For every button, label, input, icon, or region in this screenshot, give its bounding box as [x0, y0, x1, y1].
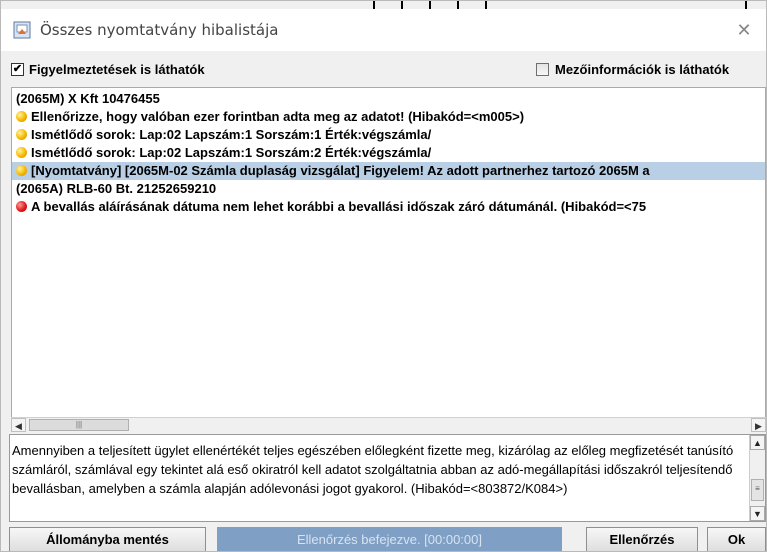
warnings-visible-checkbox[interactable]: ✔: [11, 63, 24, 76]
field-info-visible-checkbox[interactable]: [536, 63, 549, 76]
vertical-scrollbar[interactable]: ▲ ≡ ▼: [749, 435, 765, 521]
error-list-window: Összes nyomtatvány hibalistája ✕ ✔ Figye…: [0, 0, 767, 552]
footer-bar: Állományba mentés Ellenőrzés befejezve. …: [1, 527, 766, 551]
list-item[interactable]: Ellenőrizze, hogy valóban ezer forintban…: [12, 108, 765, 126]
detail-text: Amennyiben a teljesített ügylet ellenért…: [12, 443, 734, 496]
list-item-text: [Nyomtatvány] [2065M-02 Számla duplaság …: [31, 163, 650, 178]
horizontal-scrollbar[interactable]: ◀ ||| ▶: [11, 417, 766, 432]
list-item-text: Ismétlődő sorok: Lap:02 Lapszám:1 Sorszá…: [31, 127, 432, 142]
list-item-text: A bevallás aláírásának dátuma nem lehet …: [31, 199, 647, 214]
field-info-visible-label[interactable]: Mezőinformációk is láthatók: [555, 62, 729, 77]
detail-text-area[interactable]: Amennyiben a teljesített ügylet ellenért…: [9, 434, 766, 522]
error-dot-icon: [16, 201, 27, 212]
options-bar: ✔ Figyelmeztetések is láthatók Mezőinfor…: [1, 61, 766, 83]
close-icon[interactable]: ✕: [732, 18, 756, 42]
scroll-up-icon[interactable]: ▲: [750, 435, 765, 450]
list-item[interactable]: Ismétlődő sorok: Lap:02 Lapszám:1 Sorszá…: [12, 144, 765, 162]
scroll-down-icon[interactable]: ▼: [750, 506, 765, 521]
save-to-file-button[interactable]: Állományba mentés: [9, 527, 206, 551]
list-item[interactable]: Ismétlődő sorok: Lap:02 Lapszám:1 Sorszá…: [12, 126, 765, 144]
list-item-text: (2065M) X Kft 10476455: [16, 91, 160, 106]
error-list[interactable]: (2065M) X Kft 10476455 Ellenőrizze, hogy…: [11, 87, 766, 431]
list-item-text: Ellenőrizze, hogy valóban ezer forintban…: [31, 109, 525, 124]
scroll-left-icon[interactable]: ◀: [11, 418, 26, 432]
warnings-visible-label[interactable]: Figyelmeztetések is láthatók: [29, 62, 205, 77]
horizontal-scroll-thumb[interactable]: |||: [29, 419, 129, 431]
window-title: Összes nyomtatvány hibalistája: [40, 21, 279, 39]
warning-dot-icon: [16, 147, 27, 158]
warning-dot-icon: [16, 165, 27, 176]
warning-dot-icon: [16, 111, 27, 122]
ok-button[interactable]: Ok: [707, 527, 766, 551]
list-item-selected[interactable]: [Nyomtatvány] [2065M-02 Számla duplaság …: [12, 162, 765, 180]
warning-dot-icon: [16, 129, 27, 140]
app-icon: [13, 21, 31, 39]
title-bar: Összes nyomtatvány hibalistája ✕: [1, 9, 766, 51]
list-item[interactable]: (2065M) X Kft 10476455: [12, 90, 765, 108]
status-bar: Ellenőrzés befejezve. [00:00:00]: [217, 527, 562, 551]
background-ruler-ticks: [373, 1, 766, 9]
vertical-scroll-thumb[interactable]: ≡: [751, 479, 764, 501]
scroll-right-icon[interactable]: ▶: [751, 418, 766, 432]
list-item[interactable]: (2065A) RLB-60 Bt. 21252659210: [12, 180, 765, 198]
list-item-text: Ismétlődő sorok: Lap:02 Lapszám:1 Sorszá…: [31, 145, 432, 160]
list-item-text: (2065A) RLB-60 Bt. 21252659210: [16, 181, 217, 196]
check-button[interactable]: Ellenőrzés: [586, 527, 698, 551]
list-item[interactable]: A bevallás aláírásának dátuma nem lehet …: [12, 198, 765, 216]
